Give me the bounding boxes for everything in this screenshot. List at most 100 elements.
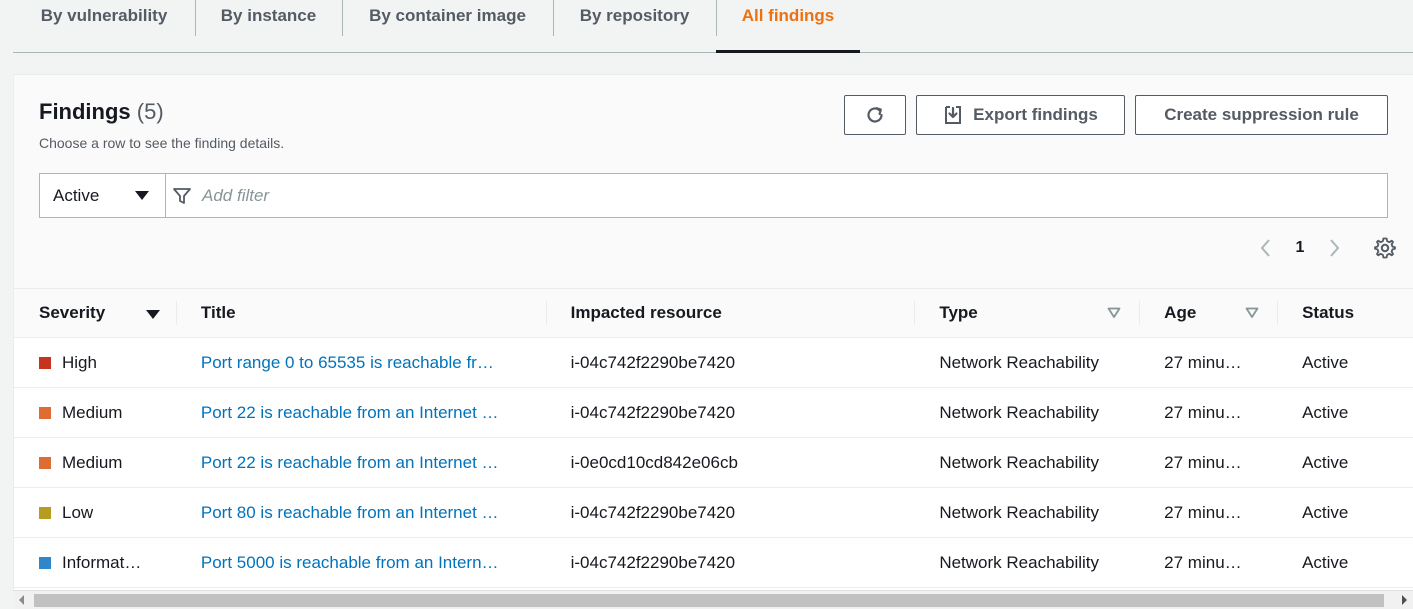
finding-title-link[interactable]: Port 22 is reachable from an Internet … — [201, 453, 499, 473]
next-page-button[interactable] — [1321, 235, 1347, 261]
severity-cell: High — [14, 338, 176, 387]
funnel-icon — [173, 187, 191, 204]
resource-cell: i-04c742f2290be7420 — [546, 338, 915, 387]
column-label: Title — [200, 303, 236, 322]
column-label: Severity — [39, 303, 106, 322]
create-suppression-rule-button[interactable]: Create suppression rule — [1135, 95, 1388, 135]
column-header-title[interactable]: Title — [175, 289, 546, 337]
resource-cell: i-04c742f2290be7420 — [546, 388, 915, 437]
suppression-label: Create suppression rule — [1164, 105, 1359, 124]
severity-high-swatch — [39, 356, 51, 369]
panel-header: Findings (5) Choose a row to see the fin… — [14, 75, 1413, 289]
tab-by-container-image[interactable]: By container image — [342, 0, 553, 52]
severity-label: Medium — [62, 402, 123, 422]
resource-cell: i-04c742f2290be7420 — [546, 488, 915, 537]
finding-title-link[interactable]: Port range 0 to 65535 is reachable fr… — [201, 353, 494, 373]
resource-cell: i-0e0cd10cd842e06cb — [546, 438, 915, 487]
tab-by-vulnerability[interactable]: By vulnerability — [13, 0, 195, 52]
sort-icon — [1245, 307, 1259, 318]
tab-label: By repository — [579, 6, 690, 25]
sort-descending-icon — [145, 310, 160, 319]
column-header-severity[interactable]: Severity — [14, 289, 176, 337]
previous-page-button[interactable] — [1253, 235, 1279, 261]
refresh-button[interactable] — [844, 95, 906, 135]
scrollbar-thumb[interactable] — [34, 594, 1384, 607]
age-cell: 27 minu… — [1139, 388, 1277, 437]
caret-down-icon — [135, 191, 149, 200]
column-header-impacted-resource[interactable]: Impacted resource — [545, 289, 915, 337]
type-cell: Network Reachability — [914, 438, 1139, 487]
column-header-status[interactable]: Status — [1277, 289, 1413, 337]
status-cell: Active — [1277, 538, 1413, 587]
export-label: Export findings — [973, 105, 1098, 124]
age-cell: 27 minu… — [1139, 438, 1277, 487]
chevron-right-icon — [1330, 239, 1340, 257]
finding-title-link[interactable]: Port 80 is reachable from an Internet … — [201, 503, 499, 523]
status-cell: Active — [1277, 488, 1413, 537]
gear-icon[interactable] — [1373, 236, 1397, 260]
finding-title-link[interactable]: Port 5000 is reachable from an Intern… — [201, 553, 499, 573]
tab-all-findings[interactable]: All findings — [716, 0, 860, 53]
type-cell: Network Reachability — [914, 538, 1139, 587]
finding-type: Network Reachability — [939, 502, 1100, 522]
severity-medium-swatch — [39, 406, 51, 419]
finding-age: 27 minu… — [1164, 352, 1242, 372]
page-title: Findings (5) — [39, 99, 164, 125]
resource-id: i-04c742f2290be7420 — [570, 502, 736, 522]
severity-informational-swatch — [39, 556, 51, 569]
status-cell: Active — [1277, 338, 1413, 387]
tab-by-instance[interactable]: By instance — [195, 0, 342, 52]
title-text: Findings — [39, 99, 131, 124]
filter-input[interactable]: Add filter — [166, 174, 1387, 217]
tab-by-repository[interactable]: By repository — [553, 0, 716, 52]
finding-age: 27 minu… — [1164, 452, 1242, 472]
finding-title-link[interactable]: Port 22 is reachable from an Internet … — [201, 403, 499, 423]
refresh-icon — [867, 107, 883, 123]
tab-label: By container image — [369, 6, 526, 25]
table-row[interactable]: High Port range 0 to 65535 is reachable … — [14, 338, 1413, 388]
scroll-left-arrow-icon[interactable] — [19, 595, 24, 605]
type-cell: Network Reachability — [914, 338, 1139, 387]
type-cell: Network Reachability — [914, 388, 1139, 437]
finding-age: 27 minu… — [1164, 402, 1242, 422]
severity-cell: Medium — [14, 438, 176, 487]
finding-status: Active — [1302, 402, 1349, 422]
sort-icon — [1107, 307, 1121, 318]
age-cell: 27 minu… — [1139, 538, 1277, 587]
column-header-age[interactable]: Age — [1139, 289, 1277, 337]
findings-tabs: By vulnerability By instance By containe… — [13, 0, 1413, 53]
tab-label: By instance — [220, 6, 317, 25]
title-cell: Port 5000 is reachable from an Intern… — [176, 538, 546, 587]
column-label: Impacted resource — [570, 303, 722, 322]
page-number[interactable]: 1 — [1279, 239, 1321, 257]
table-row[interactable]: Low Port 80 is reachable from an Interne… — [14, 488, 1413, 538]
tab-label: All findings — [741, 6, 835, 25]
column-label: Type — [939, 303, 978, 322]
title-cell: Port 22 is reachable from an Internet … — [176, 438, 546, 487]
title-cell: Port 80 is reachable from an Internet … — [176, 488, 546, 537]
title-cell: Port range 0 to 65535 is reachable fr… — [176, 338, 546, 387]
status-select[interactable]: Active — [40, 174, 166, 217]
filter-bar: Active Add filter — [39, 173, 1388, 218]
severity-cell: Low — [14, 488, 176, 537]
table-row[interactable]: Medium Port 22 is reachable from an Inte… — [14, 388, 1413, 438]
page-subtitle: Choose a row to see the finding details. — [39, 135, 285, 151]
finding-type: Network Reachability — [939, 452, 1100, 472]
scroll-right-arrow-icon[interactable] — [1402, 595, 1407, 605]
horizontal-scrollbar[interactable] — [13, 590, 1413, 609]
severity-label: Medium — [62, 452, 123, 472]
export-findings-button[interactable]: Export findings — [916, 95, 1125, 135]
table-row[interactable]: Informat… Port 5000 is reachable from an… — [14, 538, 1413, 588]
severity-cell: Informat… — [14, 538, 176, 587]
resource-id: i-0e0cd10cd842e06cb — [570, 452, 738, 472]
severity-cell: Medium — [14, 388, 176, 437]
status-select-value: Active — [53, 185, 100, 205]
column-header-type[interactable]: Type — [914, 289, 1139, 337]
table-row[interactable]: Medium Port 22 is reachable from an Inte… — [14, 438, 1413, 488]
column-label: Age — [1164, 303, 1197, 322]
column-label: Status — [1302, 303, 1355, 322]
findings-count: (5) — [136, 99, 164, 124]
status-cell: Active — [1277, 388, 1413, 437]
tab-label: By vulnerability — [40, 6, 168, 25]
severity-label: Low — [62, 502, 94, 522]
